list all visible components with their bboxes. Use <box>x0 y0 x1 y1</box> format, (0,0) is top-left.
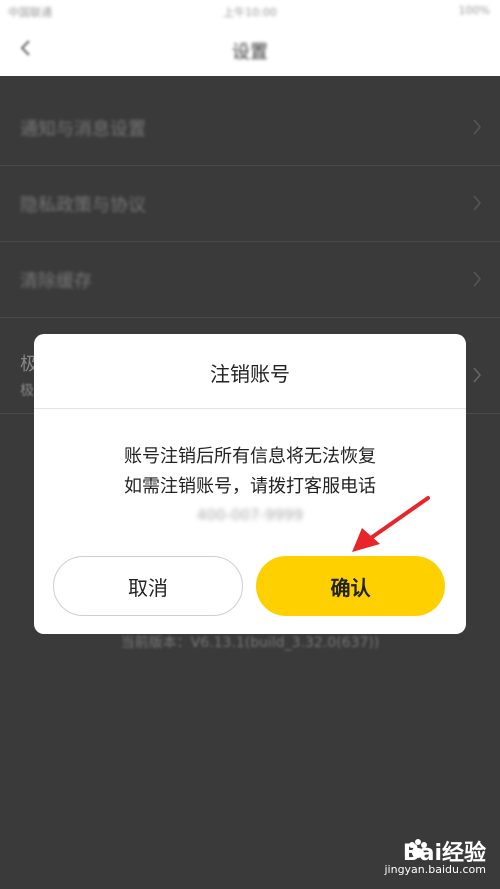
cancel-button[interactable]: 取消 <box>53 556 243 616</box>
chevron-right-icon <box>473 271 482 287</box>
status-bar: 中国联通 上午10:00 100% <box>0 0 500 24</box>
app-version: 当前版本：V6.13.1(build_3.32.0(637)) <box>120 635 380 651</box>
chevron-right-icon <box>473 119 482 135</box>
confirm-button[interactable]: 确认 <box>256 556 445 616</box>
page-title: 设置 <box>232 42 268 63</box>
settings-row-label: 通知与消息设置 <box>20 119 146 140</box>
chevron-right-icon <box>473 195 482 211</box>
watermark-url: jingyan.baidu.com <box>384 863 486 876</box>
settings-row-sublabel: 极 <box>20 383 34 399</box>
settings-row-notifications[interactable]: 通知与消息设置 <box>0 90 500 166</box>
status-time: 上午10:00 <box>223 6 277 19</box>
dialog-title: 注销账号 <box>210 362 290 386</box>
nav-bar: 设置 <box>0 24 500 76</box>
battery-label: 100% <box>458 4 490 17</box>
settings-row-label: 清除缓存 <box>20 271 92 292</box>
annotation-arrow-icon <box>352 496 430 552</box>
deactivate-account-dialog: 注销账号 账号注销后所有信息将无法恢复 如需注销账号，请拨打客服电话 400-0… <box>34 334 466 634</box>
baidu-jingyan-watermark: Bai经验 jingyan.baidu.com <box>356 835 486 881</box>
settings-row-label: 隐私政策与协议 <box>20 195 146 216</box>
chevron-right-icon <box>473 367 482 383</box>
settings-row-clear-cache[interactable]: 清除缓存 <box>0 242 500 318</box>
dialog-divider <box>34 408 466 409</box>
settings-row-privacy[interactable]: 隐私政策与协议 <box>0 166 500 242</box>
dialog-message-line-1: 账号注销后所有信息将无法恢复 <box>124 446 376 467</box>
